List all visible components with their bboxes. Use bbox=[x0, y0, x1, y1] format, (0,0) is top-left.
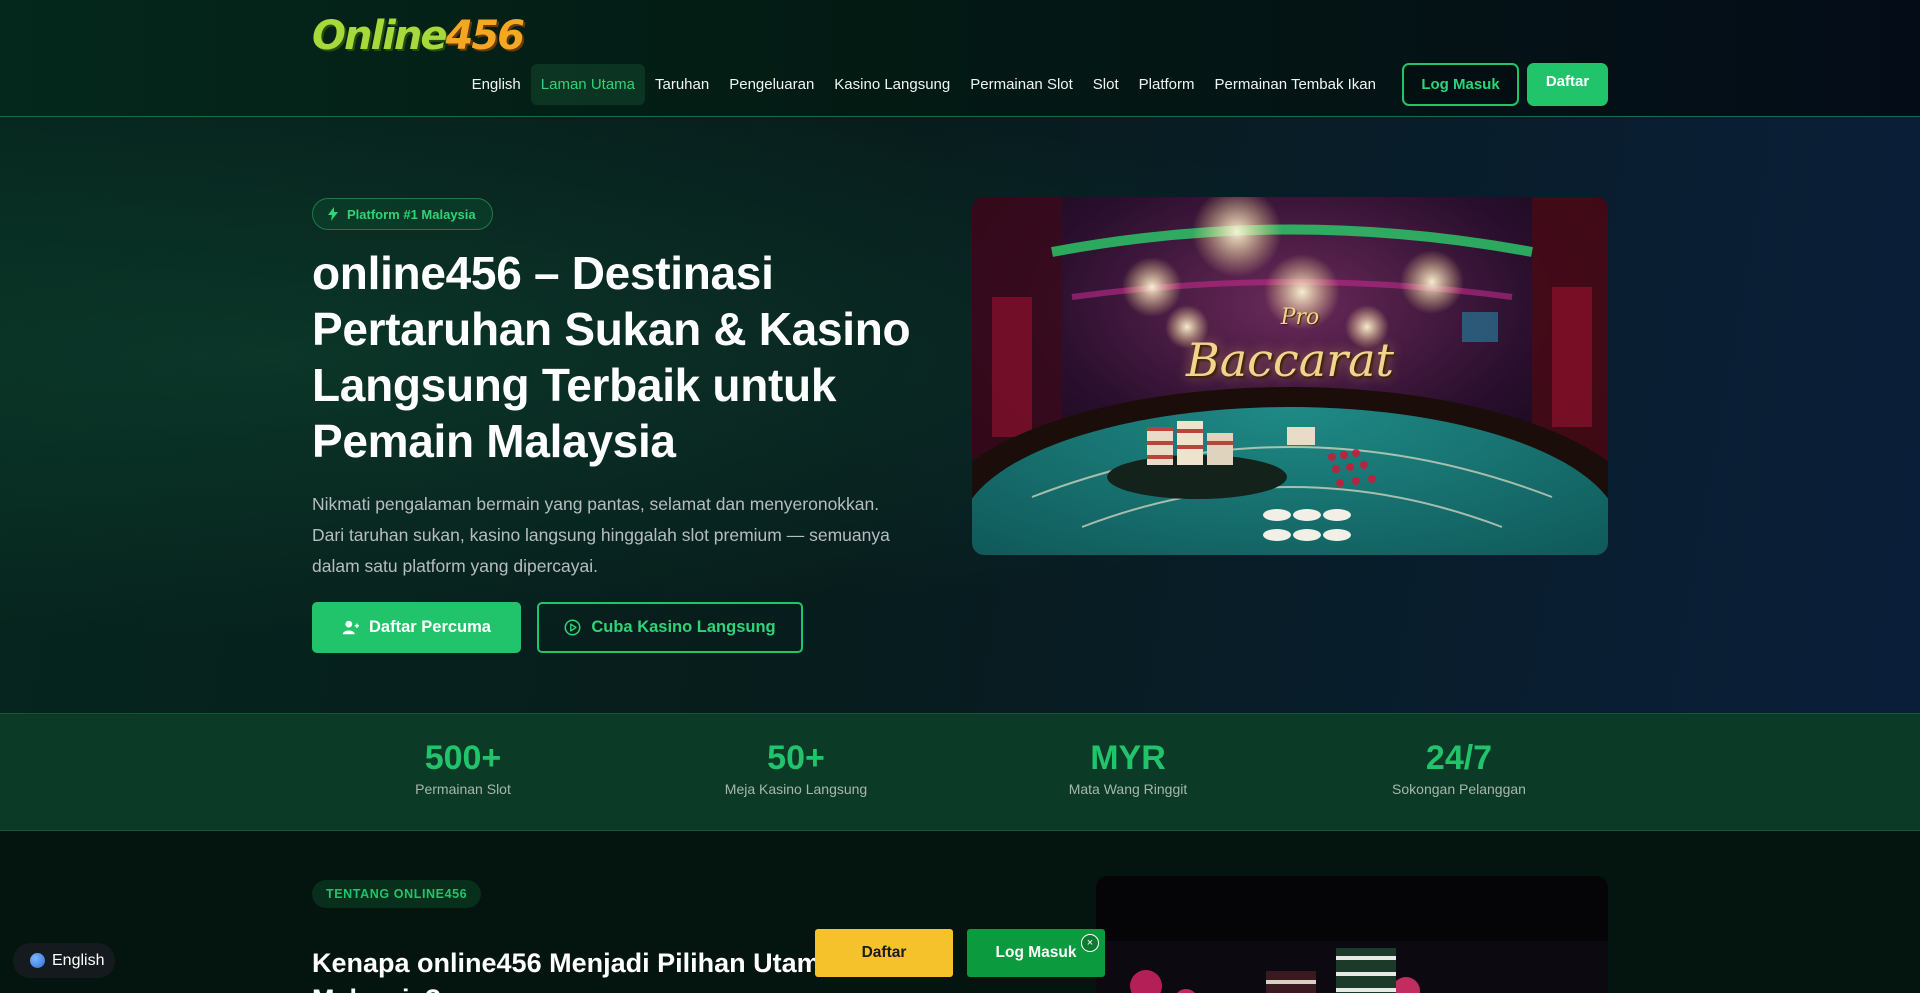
nav-item-results[interactable]: Pengeluaran bbox=[719, 64, 824, 105]
try-live-casino-button[interactable]: Cuba Kasino Langsung bbox=[537, 602, 803, 653]
stat-label: Meja Kasino Langsung bbox=[724, 781, 868, 797]
about-section: TENTANG ONLINE456 Kenapa online456 Menja… bbox=[0, 831, 1920, 993]
play-circle-icon bbox=[564, 619, 581, 636]
stat-value: 50+ bbox=[767, 739, 825, 777]
about-badge: TENTANG ONLINE456 bbox=[312, 880, 482, 908]
stat-label: Sokongan Pelanggan bbox=[1392, 781, 1526, 797]
lightning-icon bbox=[328, 207, 338, 221]
casino-chips-illustration bbox=[1096, 876, 1608, 993]
language-switcher[interactable]: English bbox=[13, 943, 116, 978]
try-live-casino-label: Cuba Kasino Langsung bbox=[591, 618, 776, 636]
site-logo[interactable]: Online456 bbox=[312, 12, 525, 60]
baccarat-title: Baccarat bbox=[1185, 333, 1395, 387]
hero-baccarat-image: Pro Baccarat bbox=[972, 197, 1608, 555]
hero-title: online456 – Destinasi Pertaruhan Sukan &… bbox=[312, 247, 911, 467]
nav-item-betting[interactable]: Taruhan bbox=[645, 64, 719, 105]
main-nav: English Laman Utama Taruhan Pengeluaran … bbox=[462, 63, 1608, 106]
stats-bar: 500+ Permainan Slot 50+ Meja Kasino Lang… bbox=[0, 713, 1920, 831]
user-plus-icon bbox=[342, 620, 359, 635]
stat-label: Permainan Slot bbox=[415, 781, 511, 797]
nav-item-home[interactable]: Laman Utama bbox=[530, 64, 645, 105]
login-button[interactable]: Log Masuk bbox=[1402, 63, 1519, 106]
nav-item-slot[interactable]: Slot bbox=[1083, 64, 1129, 105]
stat-live-tables: 50+ Meja Kasino Langsung bbox=[676, 738, 916, 797]
stat-currency: MYR Mata Wang Ringgit bbox=[1008, 738, 1248, 797]
floating-register-button[interactable]: Daftar bbox=[815, 929, 953, 977]
stat-value: MYR bbox=[1090, 739, 1166, 777]
stat-label: Mata Wang Ringgit bbox=[1068, 781, 1188, 797]
language-label: English bbox=[52, 951, 105, 969]
hero-section: Platform #1 Malaysia online456 – Destina… bbox=[0, 117, 1920, 713]
stat-support: 24/7 Sokongan Pelanggan bbox=[1339, 738, 1579, 797]
free-register-label: Daftar Percuma bbox=[369, 618, 491, 636]
globe-icon bbox=[30, 953, 45, 968]
stat-value: 500+ bbox=[424, 739, 502, 777]
close-icon[interactable]: × bbox=[1081, 934, 1099, 952]
hero-description: Nikmati pengalaman bermain yang pantas, … bbox=[312, 494, 890, 576]
nav-item-platform[interactable]: Platform bbox=[1129, 64, 1205, 105]
platform-badge: Platform #1 Malaysia bbox=[312, 198, 493, 230]
nav-item-fish-shooting[interactable]: Permainan Tembak Ikan bbox=[1205, 64, 1386, 105]
nav-item-english[interactable]: English bbox=[462, 64, 531, 105]
platform-badge-label: Platform #1 Malaysia bbox=[347, 206, 476, 222]
stat-value: 24/7 bbox=[1425, 739, 1493, 777]
baccarat-pro-label: Pro bbox=[1280, 305, 1320, 330]
stat-slot-games: 500+ Permainan Slot bbox=[343, 738, 583, 797]
about-title: Kenapa online456 Menjadi Pilihan Utama M… bbox=[312, 948, 836, 993]
register-button[interactable]: Daftar bbox=[1527, 63, 1608, 106]
free-register-button[interactable]: Daftar Percuma bbox=[312, 602, 521, 653]
nav-item-live-casino[interactable]: Kasino Langsung bbox=[824, 64, 960, 105]
nav-item-slot-games[interactable]: Permainan Slot bbox=[960, 64, 1083, 105]
site-header: Online456 English Laman Utama Taruhan Pe… bbox=[0, 0, 1920, 117]
about-image bbox=[1096, 876, 1608, 993]
